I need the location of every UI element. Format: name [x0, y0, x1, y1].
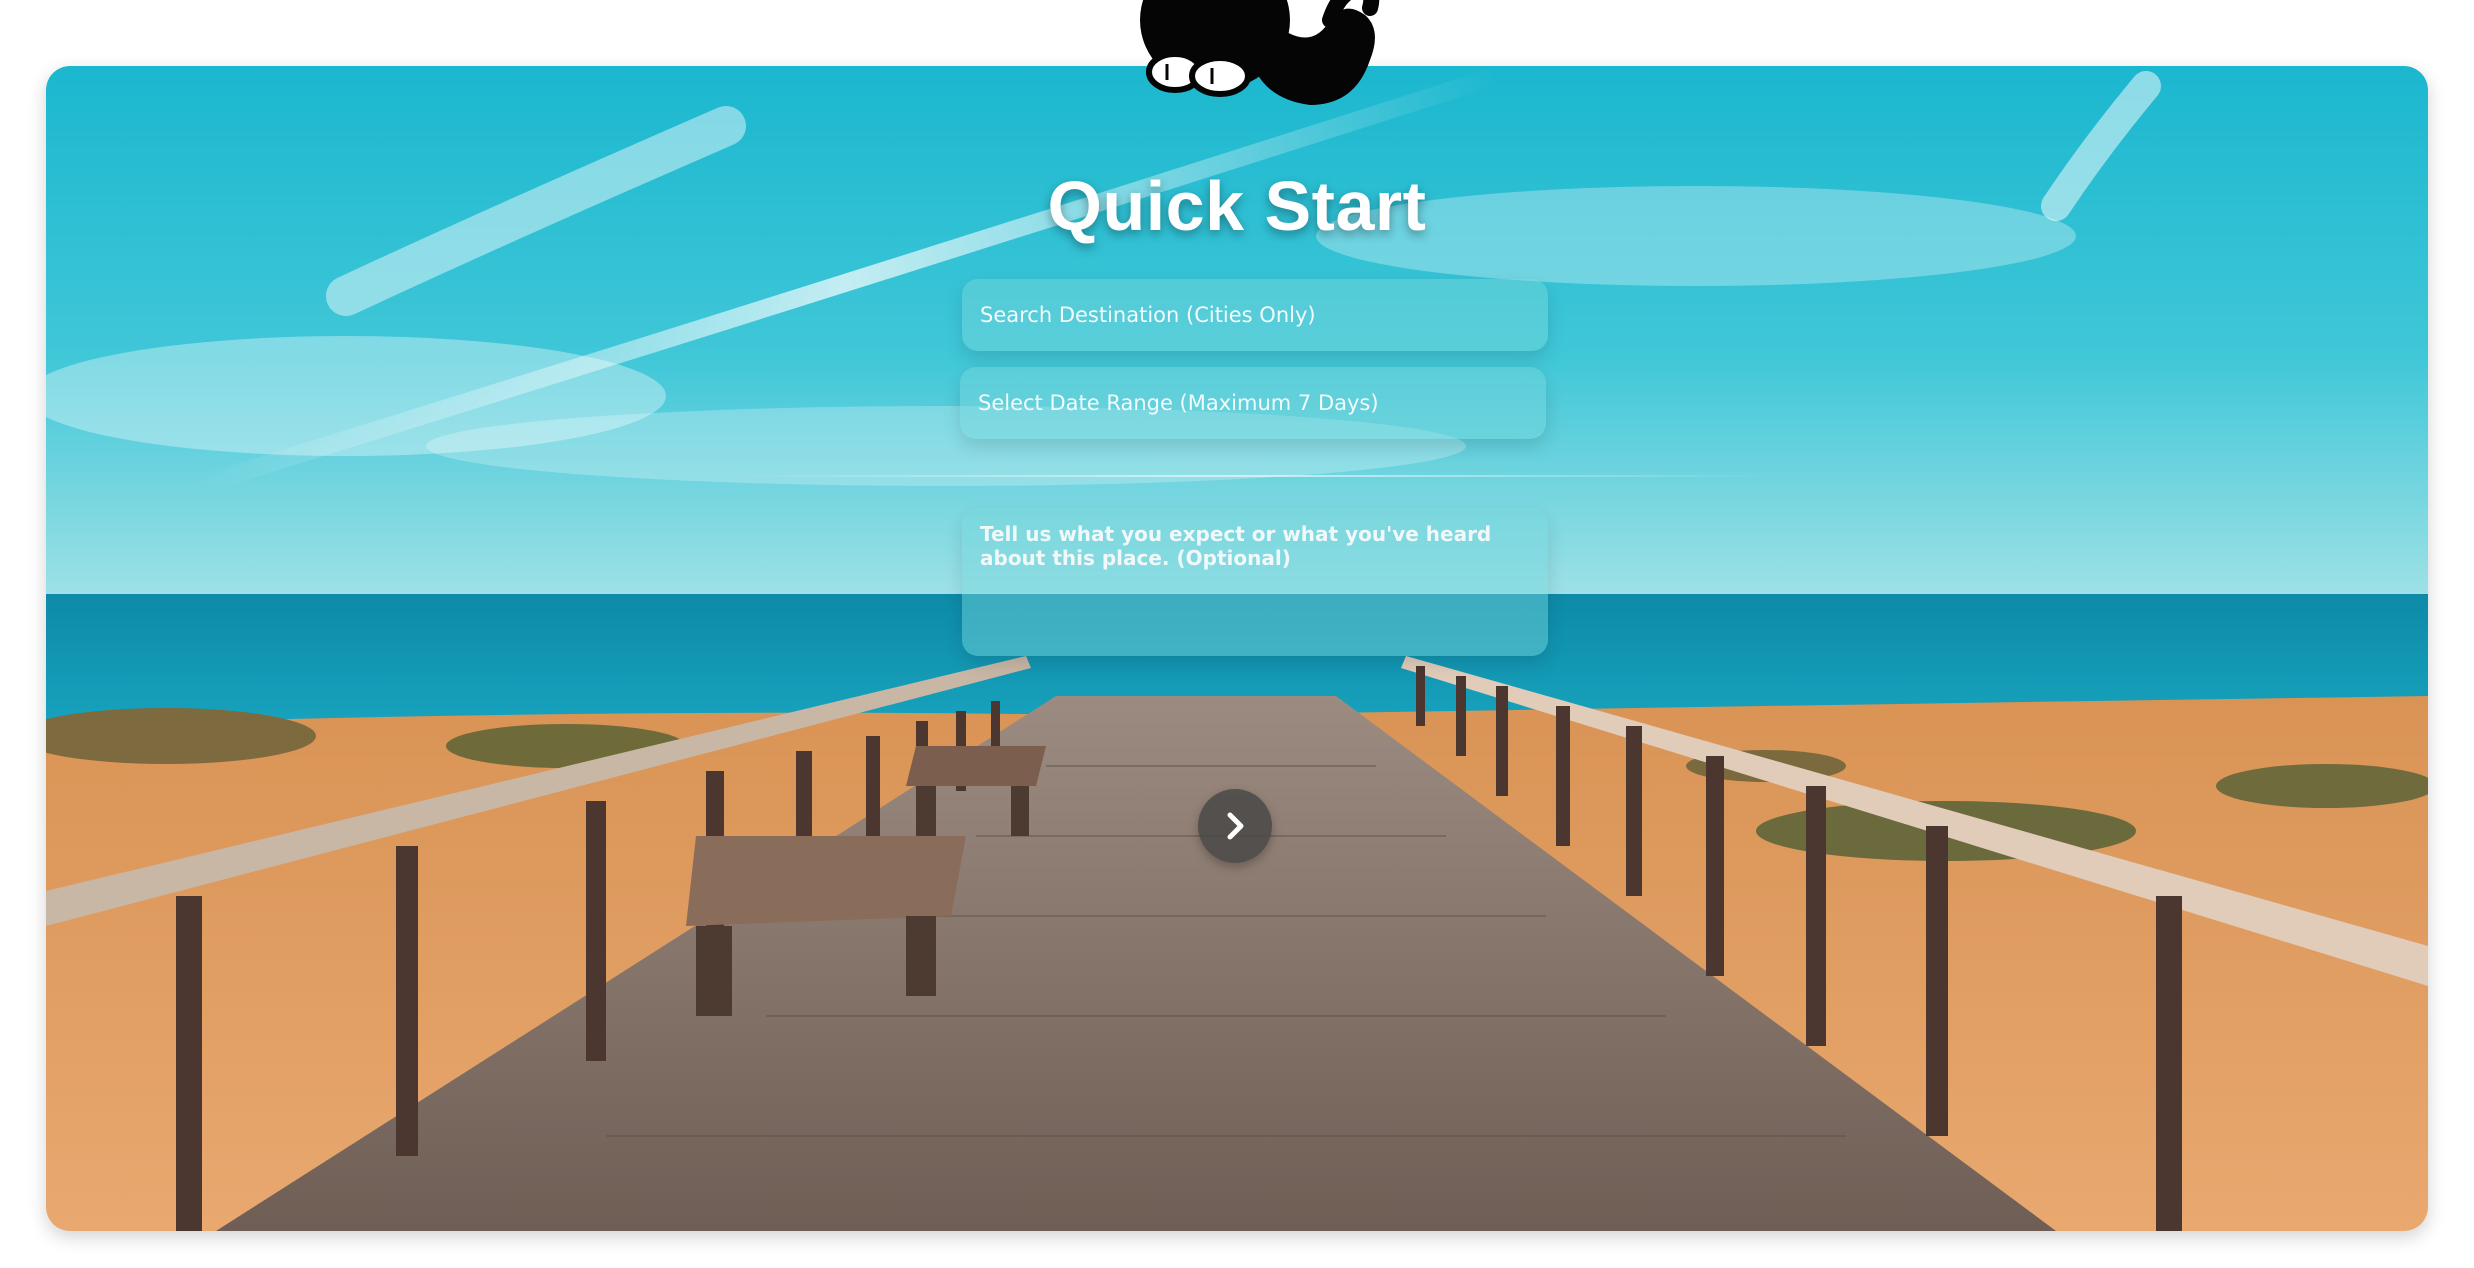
black-cat-icon [1140, 0, 1380, 105]
section-divider [736, 475, 1776, 477]
next-button[interactable] [1198, 789, 1272, 863]
destination-search-input[interactable]: Search Destination (Cities Only) [962, 279, 1548, 351]
hero-section: Quick Start Search Destination (Cities O… [46, 66, 2428, 1231]
chevron-right-icon [1227, 812, 1244, 840]
date-range-input[interactable]: Select Date Range (Maximum 7 Days) [960, 367, 1546, 439]
expectations-textarea[interactable]: Tell us what you expect or what you've h… [962, 508, 1548, 656]
page-title: Quick Start [1047, 167, 1427, 245]
